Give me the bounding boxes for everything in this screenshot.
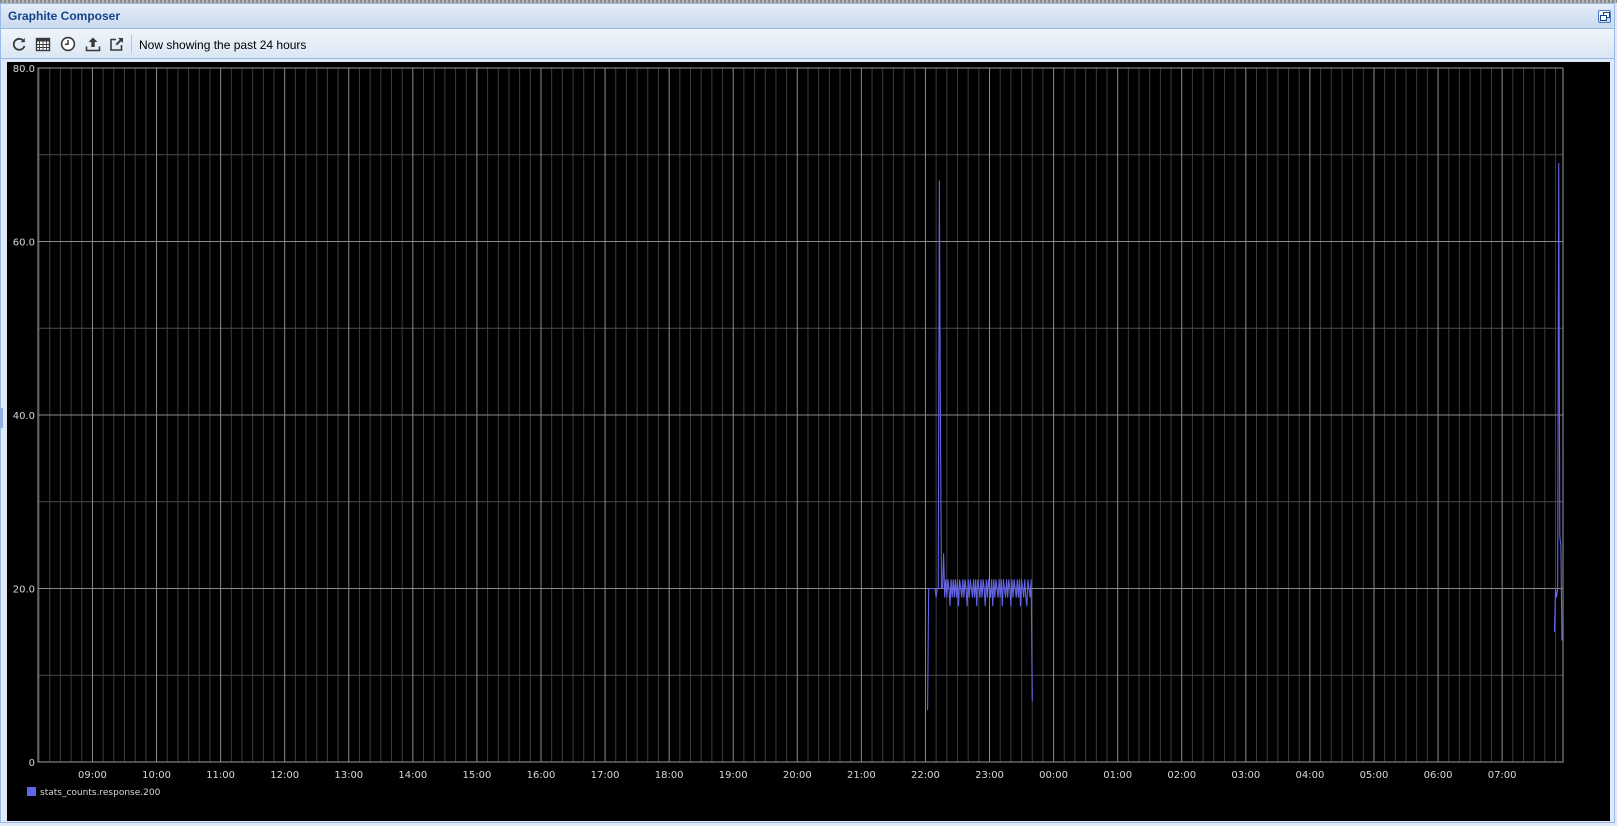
restore-window-icon[interactable] [1598,10,1611,23]
legend-swatch [27,787,36,796]
x-tick-label: 22:00 [911,770,940,781]
y-tick-label: 0 [29,758,35,769]
calendar-icon[interactable] [33,34,53,54]
upload-icon[interactable] [83,34,103,54]
x-tick-label: 20:00 [783,770,812,781]
y-tick-label: 20.0 [13,585,35,596]
graphite-chart: 09:00 10:00 11:00 12:00 13:00 14:00 15:00 16:00… [13,64,1564,798]
x-tick-label: 17:00 [591,770,620,781]
x-tick-label: 12:00 [270,770,299,781]
x-tick-label: 19:00 [719,770,748,781]
refresh-icon[interactable] [9,34,29,54]
x-tick-label: 23:00 [975,770,1004,781]
x-tick-label: 02:00 [1167,770,1196,781]
x-tick-label: 16:00 [527,770,556,781]
x-tick-label: 07:00 [1488,770,1517,781]
y-tick-label: 80.0 [13,64,35,75]
x-tick-label: 15:00 [463,770,492,781]
x-tick-label: 13:00 [334,770,363,781]
share-icon[interactable] [107,34,127,54]
x-tick-label: 09:00 [78,770,107,781]
graph-image[interactable]: 09:00 10:00 11:00 12:00 13:00 14:00 15:00 16:00… [7,62,1610,821]
x-tick-label: 00:00 [1039,770,1068,781]
window-titlebar: Graphite Composer [1,4,1614,29]
x-tick-label: 21:00 [847,770,876,781]
x-tick-label: 18:00 [655,770,684,781]
x-tick-label: 04:00 [1295,770,1324,781]
composer-toolbar: Now showing the past 24 hours [1,29,1614,59]
x-tick-label: 01:00 [1103,770,1132,781]
time-range-status: Now showing the past 24 hours [139,38,307,52]
toolbar-separator [131,35,132,53]
x-tick-label: 06:00 [1424,770,1453,781]
x-tick-label: 03:00 [1231,770,1260,781]
y-tick-label: 60.0 [13,238,35,249]
clock-icon[interactable] [58,34,78,54]
graphite-composer-window: Graphite Composer Now showing the past 2… [0,3,1615,823]
x-tick-label: 14:00 [398,770,427,781]
legend-label: stats_counts.response.200 [40,788,161,798]
x-tick-label: 10:00 [142,770,171,781]
series-line [927,180,1033,710]
x-tick-label: 11:00 [206,770,235,781]
x-tick-label: 05:00 [1360,770,1389,781]
window-title: Graphite Composer [8,9,121,23]
left-collapse-handle[interactable] [0,408,3,428]
y-tick-label: 40.0 [13,411,35,422]
